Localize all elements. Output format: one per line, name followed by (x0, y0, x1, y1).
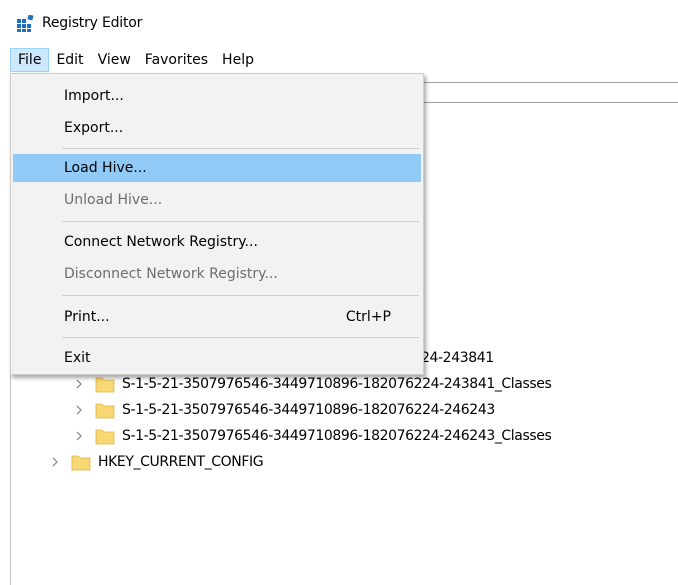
menu-item-load-hive[interactable]: Load Hive... (13, 154, 421, 182)
tree-item[interactable]: S-1-5-21-3507976546-3449710896-182076224… (73, 423, 552, 449)
menu-item-exit[interactable]: Exit (13, 344, 421, 372)
menu-item-connect-network-registry[interactable]: Connect Network Registry... (13, 228, 421, 256)
tree-item-label: S-1-5-21-3507976546-3449710896-182076224… (122, 376, 552, 392)
menu-file[interactable]: File (10, 48, 50, 72)
menu-item-export[interactable]: Export... (13, 114, 421, 142)
title-bar: Registry Editor (0, 0, 678, 46)
menu-view[interactable]: View (91, 48, 138, 72)
menu-item-import[interactable]: Import... (13, 82, 421, 110)
registry-editor-icon (17, 14, 34, 32)
menu-item-print[interactable]: Print... Ctrl+P (13, 303, 421, 331)
print-shortcut: Ctrl+P (345, 309, 391, 325)
tree-item-label: S-1-5-21-3507976546-3449710896-182076224… (122, 428, 552, 444)
menu-separator (62, 337, 419, 338)
menu-separator (62, 221, 419, 222)
file-menu-dropdown: Import... Export... Load Hive... Unload … (10, 73, 424, 375)
menu-bar: File Edit View Favorites Help (10, 48, 261, 72)
chevron-right-icon[interactable] (73, 404, 85, 416)
tree-item-label: HKEY_CURRENT_CONFIG (98, 454, 264, 470)
menu-help[interactable]: Help (215, 48, 261, 72)
menu-edit[interactable]: Edit (49, 48, 90, 72)
tree-item[interactable]: S-1-5-21-3507976546-3449710896-182076224… (73, 397, 495, 423)
window-title: Registry Editor (42, 15, 143, 31)
folder-icon (71, 455, 91, 471)
menu-separator (62, 295, 419, 296)
menu-separator (62, 148, 419, 149)
registry-editor-window: Registry Editor File Edit View Favorites… (0, 0, 678, 585)
chevron-right-icon[interactable] (49, 456, 61, 468)
folder-icon (95, 429, 115, 445)
chevron-right-icon[interactable] (73, 430, 85, 442)
tree-item-label: S-1-5-21-3507976546-3449710896-182076224… (122, 402, 495, 418)
menu-item-disconnect-network-registry: Disconnect Network Registry... (64, 266, 278, 282)
chevron-right-icon[interactable] (73, 378, 85, 390)
folder-icon (95, 377, 115, 393)
menu-favorites[interactable]: Favorites (138, 48, 215, 72)
tree-item[interactable]: HKEY_CURRENT_CONFIG (49, 449, 264, 475)
folder-icon (95, 403, 115, 419)
menu-item-unload-hive: Unload Hive... (64, 192, 163, 208)
